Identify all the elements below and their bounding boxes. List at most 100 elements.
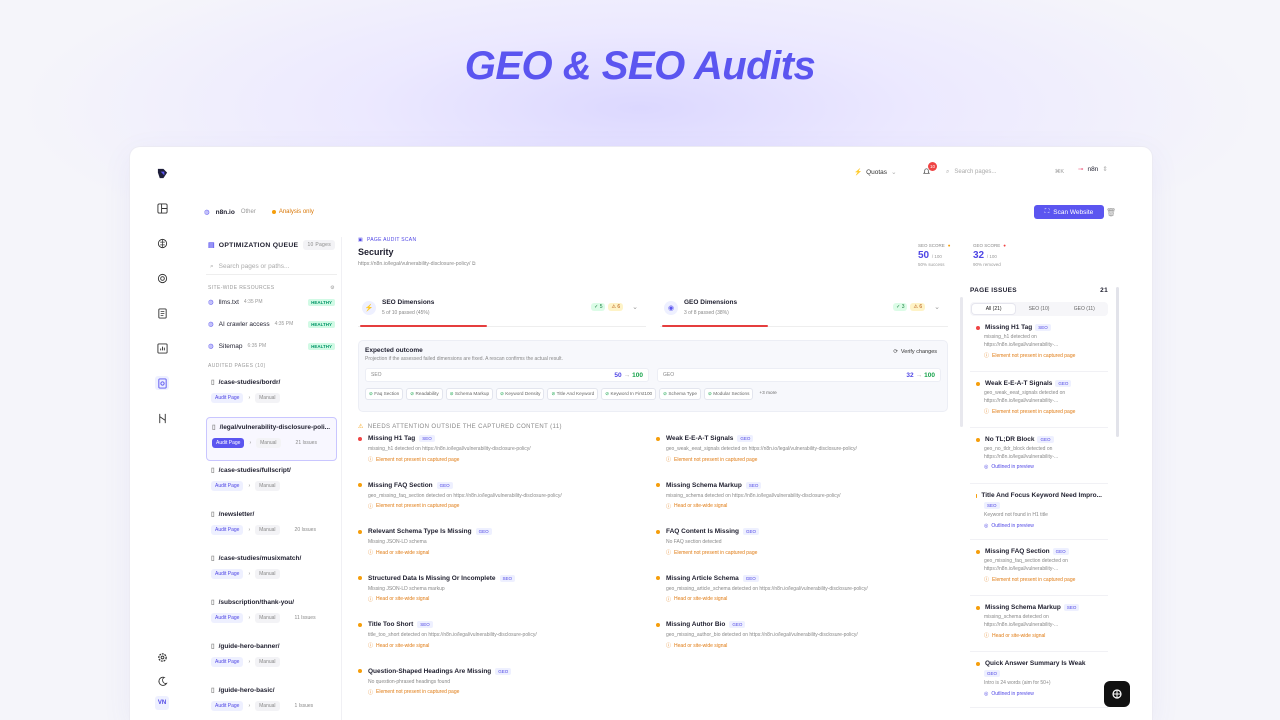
verify-changes-button[interactable]: ⟳ Verify changes — [893, 349, 937, 355]
issue-item[interactable]: Weak E-E-A-T Signals GEO geo_weak_eeat_sig… — [656, 435, 946, 463]
account-switcher[interactable]: ⊸ n8n ⇕ — [1078, 165, 1108, 174]
chevron-right-icon: › — [248, 571, 251, 577]
user-avatar[interactable]: VN — [155, 696, 169, 710]
page-issue-item[interactable]: Quick Answer Summary Is Weak GEO Intro is … — [970, 652, 1108, 708]
audit-page-button[interactable]: Audit Page — [212, 438, 245, 448]
info-icon: ⓘ — [368, 689, 374, 696]
issue-item[interactable]: Relevant Schema Type Is Missing GEO Missin… — [358, 528, 648, 556]
page-issue-item[interactable]: Missing Schema Markup SEO missing_schema d… — [970, 596, 1108, 652]
settings-icon[interactable] — [155, 650, 169, 664]
quotas-button[interactable]: ⚡ Quotas ⌄ — [854, 164, 908, 180]
issue-type-badge: GEO — [984, 670, 1001, 677]
scan-website-button[interactable]: ⛶ Scan Website — [1034, 205, 1104, 219]
issue-title: FAQ Content Is Missing — [666, 528, 739, 535]
dimension-tag: ⊘ Faq Section — [365, 388, 404, 400]
more-tags-link[interactable]: +3 more — [756, 388, 779, 400]
dashboard-icon[interactable] — [155, 201, 169, 215]
page-issue-item[interactable]: Missing FAQ Section GEO geo_missing_faq_se… — [970, 540, 1108, 596]
audited-page-item[interactable]: ▯/subscription/thank-you/Audit Page › Manu… — [206, 593, 337, 637]
audited-page-item[interactable]: ▯/legal/vulnerability-disclosure-poli...… — [206, 417, 337, 461]
audited-page-item[interactable]: ▯/case-studies/bordr/Audit Page › Manual — [206, 373, 337, 417]
audited-page-item[interactable]: ▯/newsletter/Audit Page › Manual 20 Issues — [206, 505, 337, 549]
issue-item[interactable]: Structured Data Is Missing Or Incomplete… — [358, 574, 648, 603]
issue-item[interactable]: Title Too Short SEO title_too_short detect… — [358, 621, 648, 649]
issue-type-badge: SEO — [745, 481, 762, 489]
logo-icon[interactable] — [155, 166, 169, 180]
issue-item[interactable]: Missing Author Bio GEO geo_missing_author_… — [656, 621, 946, 649]
info-icon: ⓘ — [984, 353, 990, 359]
page-issue-item[interactable]: Title And Focus Keyword Need Impro... SEO… — [970, 484, 1108, 540]
page-actions: Audit Page › Manual — [211, 481, 332, 491]
page-issue-item[interactable]: Weak E-E-A-T Signals GEO geo_weak_eeat_sig… — [970, 372, 1108, 428]
issue-item[interactable]: Missing Article Schema GEO geo_missing_art… — [656, 574, 946, 603]
page-url[interactable]: https://n8n.io/legal/vulnerability-discl… — [358, 261, 960, 268]
document-icon: ▣ — [358, 237, 364, 243]
dimension-card[interactable]: ◉ GEO Dimensions 3 of 8 passed (38%) ✓ 3 ⚠ 6… — [660, 297, 948, 327]
resource-item[interactable]: ◍ llms.txt 4:35 PM HEALTHY — [202, 291, 341, 313]
dimension-card[interactable]: ⚡ SEO Dimensions 5 of 10 passed (45%) ✓ 5 ⚠ … — [358, 297, 646, 327]
issue-description: No question-phrased headings found — [368, 678, 451, 685]
page-issue-item[interactable]: No TL;DR Block GEO geo_no_tldr_block detec… — [970, 428, 1108, 484]
routes-icon[interactable] — [155, 411, 169, 425]
issues-scrollbar[interactable] — [1116, 287, 1119, 437]
resource-name: Sitemap — [218, 342, 243, 350]
page-url-text: https://n8n.io/legal/vulnerability-discl… — [358, 261, 471, 267]
issue-description: Missing JSON-LD schema markup — [368, 585, 445, 592]
site-domain[interactable]: n8n.io — [216, 209, 235, 216]
page-path: /subscription/thank-you/ — [218, 598, 295, 606]
warning-count: 6 — [919, 304, 923, 310]
page-icon: ▯ — [211, 555, 215, 562]
audit-page-button[interactable]: Audit Page — [211, 701, 244, 711]
audit-page-button[interactable]: Audit Page — [211, 393, 244, 403]
warning-icon: ⚠ — [358, 424, 364, 430]
chevron-right-icon: › — [248, 483, 251, 489]
page-icon: ▯ — [211, 467, 215, 474]
resource-item[interactable]: ◍ Sitemap 6:35 PM HEALTHY — [202, 335, 341, 357]
global-search-input[interactable]: ⌕ Search pages... ⌘K — [940, 163, 1070, 181]
trash-icon[interactable]: 🗑 — [1106, 208, 1116, 217]
issue-tab[interactable]: SEO (10) — [1017, 304, 1060, 314]
audit-icon[interactable] — [155, 376, 169, 390]
audit-page-button[interactable]: Audit Page — [211, 525, 244, 535]
issue-description: geo_weak_eeat_signals detected on https:… — [666, 446, 857, 452]
issue-item[interactable]: Missing H1 Tag SEO missing_h1 detected on … — [358, 435, 648, 463]
issue-item[interactable]: Missing FAQ Section GEO geo_missing_faq_se… — [358, 481, 648, 510]
issue-type-badge: GEO — [436, 481, 453, 489]
audit-page-button[interactable]: Audit Page — [211, 481, 244, 491]
moon-icon[interactable] — [155, 674, 169, 688]
audit-label-text: PAGE AUDIT SCAN — [367, 237, 417, 243]
target-icon[interactable] — [155, 271, 169, 285]
copy-icon[interactable]: ⧉ — [472, 261, 476, 267]
issue-title: Missing Schema Markup — [985, 604, 1061, 611]
app-window: VN ⚡ Quotas ⌄ 10 ⌕ Search pages... ⌘K ⊸ n8n ⇕ … — [130, 147, 1152, 720]
brain-icon[interactable] — [155, 236, 169, 250]
settings-small-icon[interactable]: ⚙ — [330, 285, 335, 291]
seo-projection: SEO 50 → 100 — [365, 368, 649, 382]
audit-page-button[interactable]: Audit Page — [211, 657, 244, 667]
chevron-down-icon[interactable]: ⌄ — [632, 303, 638, 311]
tag-label: Readability — [415, 391, 439, 396]
issue-tab[interactable]: GEO (11) — [1063, 304, 1106, 314]
audit-page-button[interactable]: Audit Page — [211, 569, 244, 579]
issue-tab[interactable]: All (21) — [972, 304, 1016, 314]
notifications-button[interactable]: 10 — [922, 162, 937, 178]
assistant-button[interactable] — [1104, 681, 1130, 707]
issue-item[interactable]: Missing Schema Markup SEO missing_schema d… — [656, 481, 946, 510]
info-icon: ⓘ — [984, 633, 990, 639]
main-scrollbar[interactable] — [960, 297, 963, 427]
issue-item[interactable]: Question-Shaped Headings Are Missing GEO N… — [358, 667, 648, 696]
chevron-right-icon: › — [249, 440, 252, 446]
issue-item[interactable]: FAQ Content Is Missing GEO No FAQ section … — [656, 528, 946, 556]
issue-location-note: ⓘ Head or site-wide signal — [666, 642, 946, 650]
page-issue-item[interactable]: Missing H1 Tag SEO missing_h1 detected on … — [970, 316, 1108, 372]
queue-search-input[interactable]: ⌕ Search pages or paths... — [206, 259, 337, 275]
audited-page-item[interactable]: ▯/guide-hero-basic/Audit Page › Manual 1 Is… — [206, 681, 337, 720]
audit-page-button[interactable]: Audit Page — [211, 613, 244, 623]
chevron-down-icon[interactable]: ⌄ — [934, 303, 940, 311]
audited-page-item[interactable]: ▯/case-studies/musixmatch/Audit Page › Man… — [206, 549, 337, 593]
audited-page-item[interactable]: ▯/guide-hero-banner/Audit Page › Manual — [206, 637, 337, 681]
audited-page-item[interactable]: ▯/case-studies/fullscript/Audit Page › Man… — [206, 461, 337, 505]
resource-item[interactable]: ◍ AI crawler access 4:35 PM HEALTHY — [202, 313, 341, 335]
chart-icon[interactable] — [155, 341, 169, 355]
document-icon[interactable] — [155, 306, 169, 320]
